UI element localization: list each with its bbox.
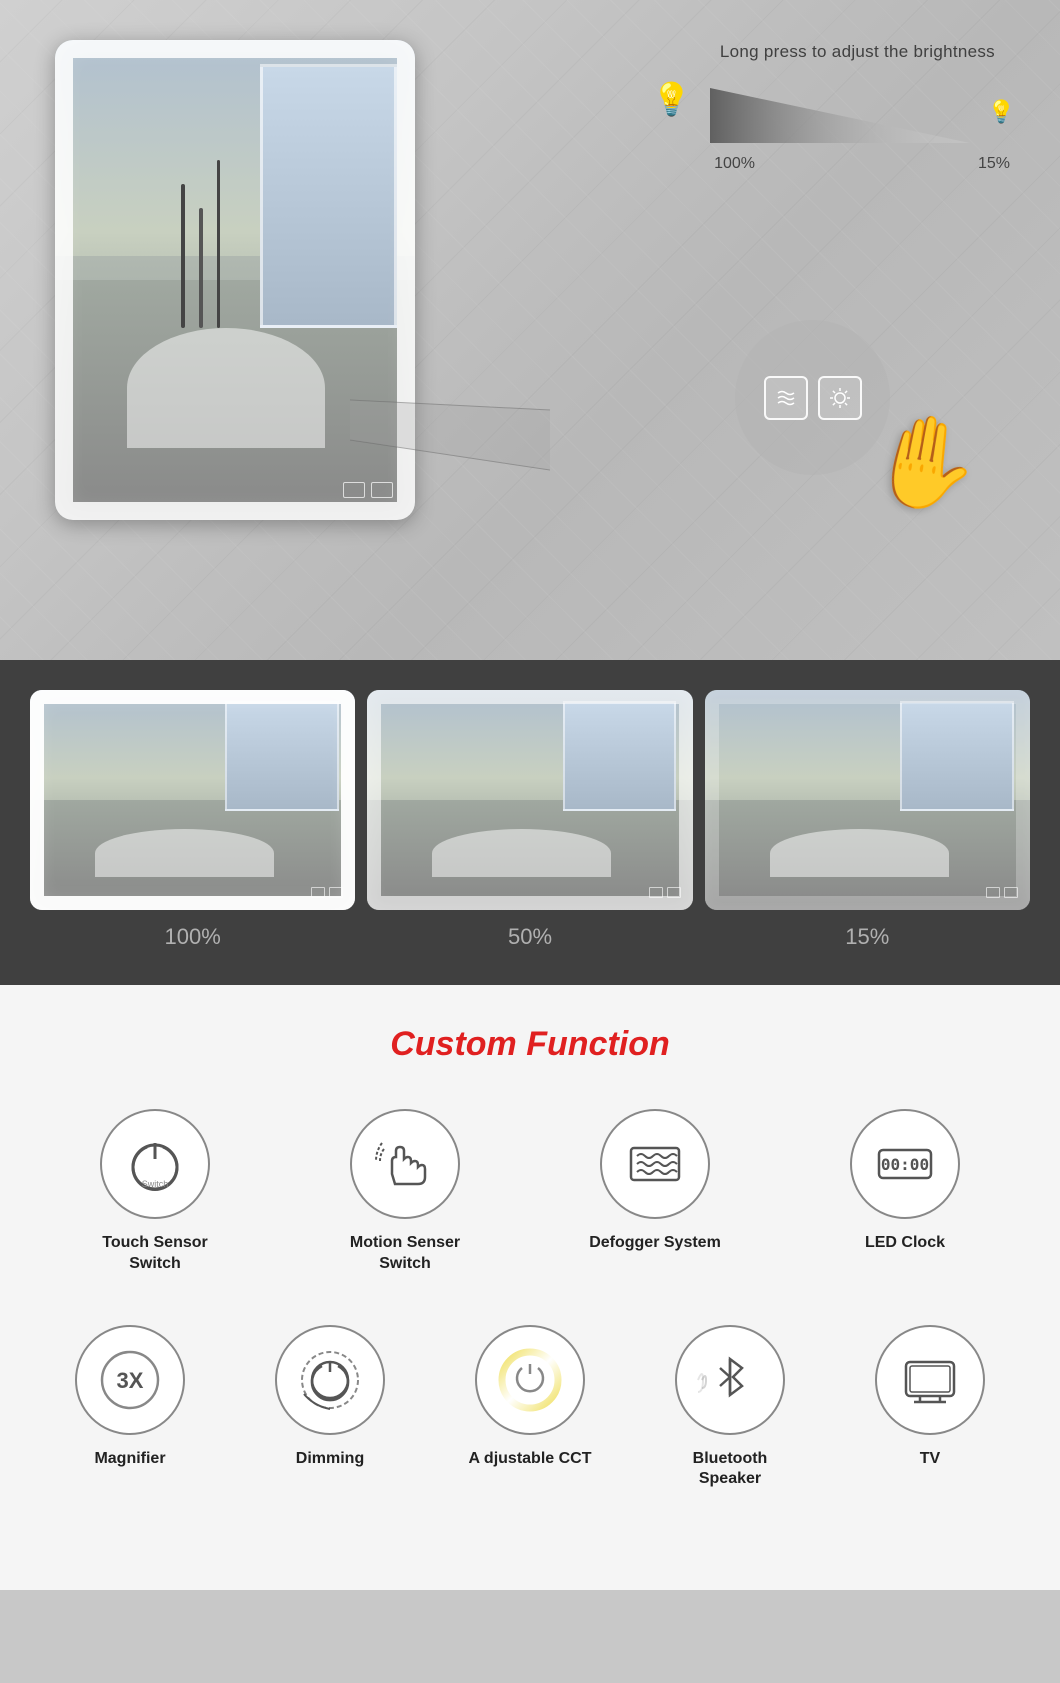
dimming-icon-circle xyxy=(275,1325,385,1435)
mirror-container xyxy=(55,40,415,520)
mirror-card-100 xyxy=(30,690,355,910)
tv-icon-circle xyxy=(875,1325,985,1435)
custom-function-title: Custom Function xyxy=(30,1025,1030,1064)
feature-motion-sensor-switch: Motion SenserSwitch xyxy=(315,1109,495,1275)
brightness-card-15: 15% xyxy=(705,690,1030,950)
hand-pointer: 🤚 xyxy=(860,401,989,524)
led-border-50 xyxy=(367,690,692,910)
touch-sensor-icon-circle: Switch xyxy=(100,1109,210,1219)
touch-btns-50 xyxy=(649,887,681,898)
touch-btn-sm-6 xyxy=(1004,887,1018,898)
bulb-dim-icon: 💡 xyxy=(988,99,1015,125)
mirror-inner xyxy=(55,40,415,520)
brightness-triangle xyxy=(710,88,970,143)
dimming-label: Dimming xyxy=(296,1449,364,1470)
tv-icon xyxy=(894,1344,966,1416)
feature-tv: TV xyxy=(840,1325,1020,1470)
brightness-card-100: 100% xyxy=(30,690,355,950)
touch-btn-sm-1 xyxy=(311,887,325,898)
features-row-1: Switch Touch SensorSwitch Motion SenserS… xyxy=(30,1109,1030,1275)
feature-magnifier: 3X Magnifier xyxy=(40,1325,220,1470)
feature-led-clock: 00:00 LED Clock xyxy=(815,1109,995,1254)
bluetooth-speaker-label: BluetoothSpeaker xyxy=(693,1449,768,1491)
touch-btn-sm-3 xyxy=(649,887,663,898)
feature-dimming: Dimming xyxy=(240,1325,420,1470)
brightness-label-50: 50% xyxy=(508,924,552,950)
mirror-touch-btn-2[interactable] xyxy=(371,482,393,498)
feature-defogger-system: Defogger System xyxy=(565,1109,745,1254)
brightness-label: Long press to adjust the brightness xyxy=(720,42,995,62)
feature-touch-sensor-switch: Switch Touch SensorSwitch xyxy=(65,1109,245,1275)
defogger-icon-circle xyxy=(600,1109,710,1219)
defogger-icon xyxy=(619,1128,691,1200)
zoom-btn-defogger[interactable] xyxy=(764,376,808,420)
bulb-bright-icon: 💡 xyxy=(652,80,692,118)
bluetooth-icon-circle xyxy=(675,1325,785,1435)
led-border-15 xyxy=(705,690,1030,910)
led-clock-icon-circle: 00:00 xyxy=(850,1109,960,1219)
touch-sensor-switch-label: Touch SensorSwitch xyxy=(102,1233,208,1275)
touch-btn-sm-2 xyxy=(329,887,343,898)
touch-btns-15 xyxy=(986,887,1018,898)
magnifier-icon-circle: 3X xyxy=(75,1325,185,1435)
mirror-touch-buttons xyxy=(343,482,393,498)
led-border-100 xyxy=(30,690,355,910)
brightness-label-15: 15% xyxy=(845,924,889,950)
cct-label: A djustable CCT xyxy=(469,1449,592,1470)
svg-text:3X: 3X xyxy=(117,1368,144,1393)
svg-text:Switch: Switch xyxy=(142,1179,169,1189)
touch-btns-100 xyxy=(311,887,343,898)
mirror-touch-btn-1[interactable] xyxy=(343,482,365,498)
hand-icon xyxy=(370,1129,440,1199)
mirror-led-border xyxy=(55,40,415,520)
custom-function-section: Custom Function Switch Touch SensorSwitc… xyxy=(0,985,1060,1590)
magnifier-icon: 3X xyxy=(94,1344,166,1416)
brightness-pct-100: 100% xyxy=(714,155,755,173)
middle-section: 100% 50% 15% xyxy=(0,660,1060,985)
zoom-circle xyxy=(735,320,890,475)
power-switch-icon: Switch xyxy=(120,1129,190,1199)
mirror-frame xyxy=(55,40,415,520)
zoom-btn-brightness[interactable] xyxy=(818,376,862,420)
brightness-label-100: 100% xyxy=(165,924,221,950)
touch-btn-sm-5 xyxy=(986,887,1000,898)
features-row-2: 3X Magnifier Dimming xyxy=(30,1325,1030,1491)
top-section: Long press to adjust the brightness 💡 💡 … xyxy=(0,0,1060,660)
defogger-system-label: Defogger System xyxy=(589,1233,721,1254)
touch-btn-sm-4 xyxy=(667,887,681,898)
tv-label: TV xyxy=(920,1449,940,1470)
svg-text:00:00: 00:00 xyxy=(881,1155,929,1174)
mirror-card-50 xyxy=(367,690,692,910)
motion-sensor-icon-circle xyxy=(350,1109,460,1219)
feature-bluetooth-speaker: BluetoothSpeaker xyxy=(640,1325,820,1491)
led-clock-icon: 00:00 xyxy=(869,1128,941,1200)
brightness-card-50: 50% xyxy=(367,690,692,950)
brightness-pct-15: 15% xyxy=(978,155,1010,173)
mirror-card-15 xyxy=(705,690,1030,910)
magnifier-label: Magnifier xyxy=(94,1449,165,1470)
motion-sensor-switch-label: Motion SenserSwitch xyxy=(350,1233,460,1275)
bluetooth-icon xyxy=(694,1344,766,1416)
led-clock-label: LED Clock xyxy=(865,1233,945,1254)
cct-icon xyxy=(494,1344,566,1416)
dimming-icon xyxy=(294,1344,366,1416)
feature-adjustable-cct: A djustable CCT xyxy=(440,1325,620,1470)
cct-icon-circle xyxy=(475,1325,585,1435)
brightness-indicator: 💡 💡 xyxy=(652,80,1015,143)
